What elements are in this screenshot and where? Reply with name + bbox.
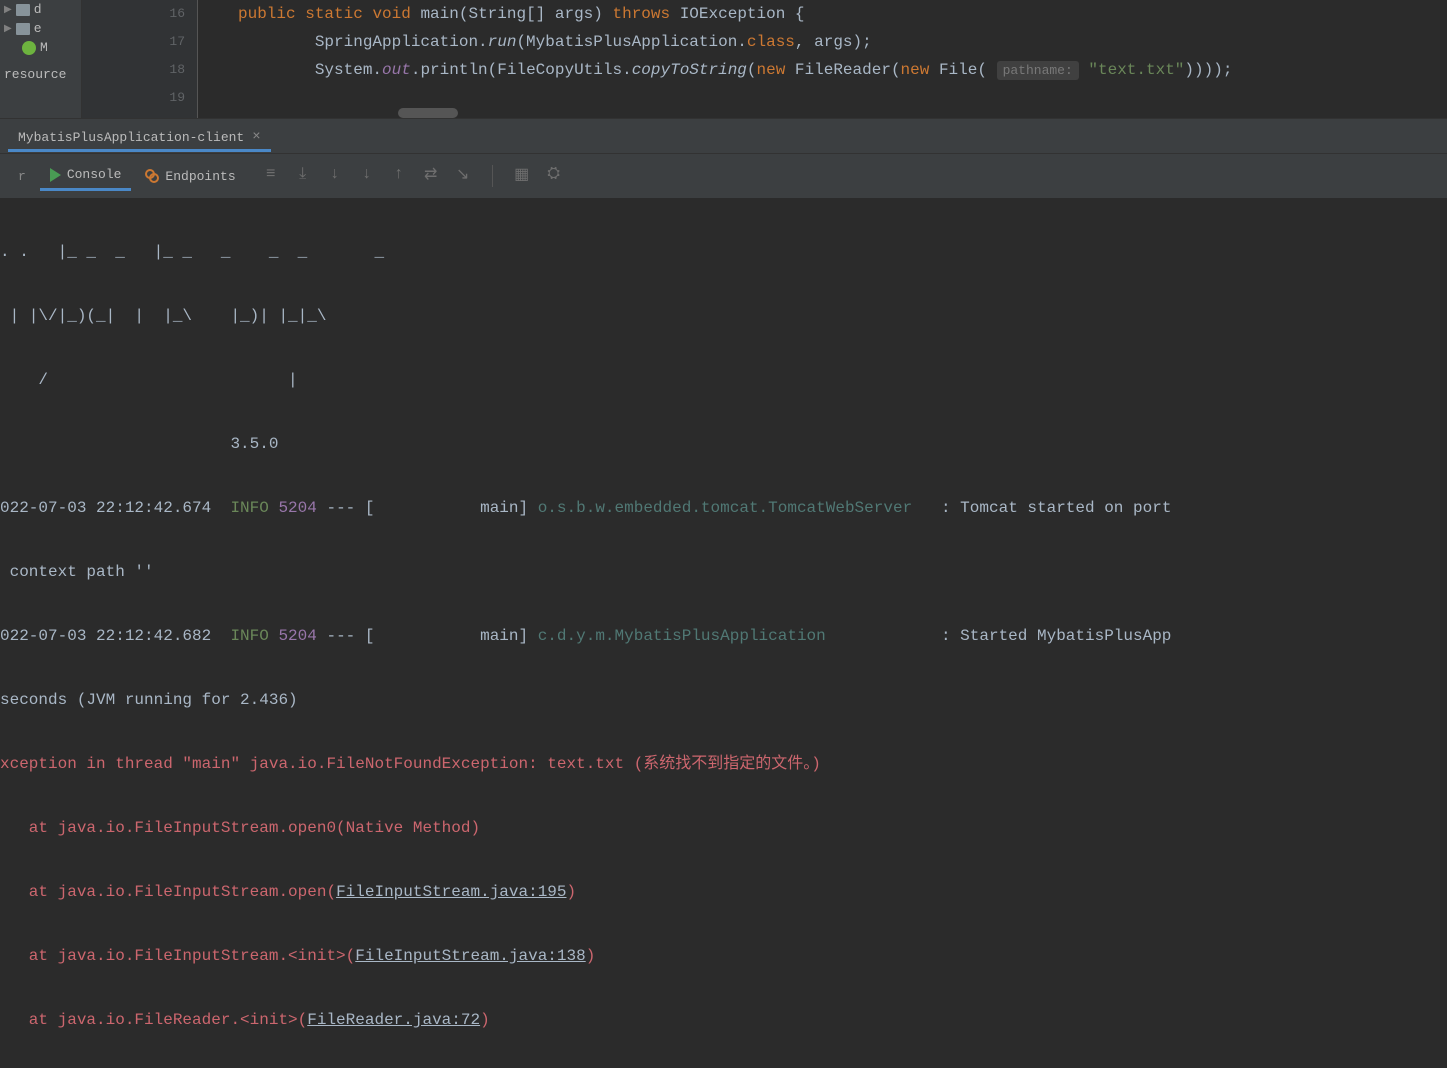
expand-arrow-icon[interactable]: ▶ bbox=[4, 4, 12, 16]
console-line: . . |_ _ _ |_ _ _ _ _ _ bbox=[0, 236, 1447, 268]
console-line: seconds (JVM running for 2.436) bbox=[0, 684, 1447, 716]
tab-partial[interactable]: r bbox=[8, 163, 36, 190]
console-stacktrace: at java.io.FileInputStream.open0(Native … bbox=[0, 812, 1447, 844]
horizontal-scrollbar[interactable] bbox=[398, 108, 458, 118]
run-config-tabs: MybatisPlusApplication-client × bbox=[0, 118, 1447, 154]
line-number: 17 bbox=[82, 28, 197, 56]
spring-icon bbox=[22, 41, 36, 55]
folder-icon bbox=[16, 4, 30, 16]
expand-arrow-icon[interactable]: ▶ bbox=[4, 23, 12, 35]
console-output[interactable]: . . |_ _ _ |_ _ _ _ _ _ | |\/|_)(_| | |_… bbox=[0, 198, 1447, 1068]
code-editor[interactable]: public static void main(String[] args) t… bbox=[198, 0, 1447, 118]
project-tree[interactable]: ▶ d ▶ e M resource bbox=[0, 0, 82, 118]
console-line: 022-07-03 22:12:42.674 INFO 5204 --- [ m… bbox=[0, 492, 1447, 524]
run-tab-label: MybatisPlusApplication-client bbox=[18, 130, 244, 145]
scroll-end-icon[interactable]: ⤓ bbox=[294, 165, 312, 183]
tree-item[interactable]: ▶ e bbox=[0, 19, 81, 38]
divider bbox=[492, 165, 493, 187]
tab-label: Console bbox=[67, 167, 122, 182]
console-line: 3.5.0 bbox=[0, 428, 1447, 460]
tree-label: resource bbox=[4, 67, 66, 82]
code-line: System.out.println(FileCopyUtils.copyToS… bbox=[238, 56, 1435, 85]
line-number: 19 bbox=[82, 84, 197, 112]
folder-icon bbox=[16, 23, 30, 35]
line-number: 18 bbox=[82, 56, 197, 84]
source-link[interactable]: FileInputStream.java:138 bbox=[355, 947, 585, 965]
console-line: | |\/|_)(_| | |_\ |_)| |_|_\ bbox=[0, 300, 1447, 332]
console-line: / | bbox=[0, 364, 1447, 396]
run-tab-active[interactable]: MybatisPlusApplication-client × bbox=[8, 125, 271, 152]
console-line: 022-07-03 22:12:42.682 INFO 5204 --- [ m… bbox=[0, 620, 1447, 652]
console-line: context path '' bbox=[0, 556, 1447, 588]
endpoints-icon bbox=[145, 169, 159, 183]
console-stacktrace: at java.io.FileInputStream.<init>(FileIn… bbox=[0, 940, 1447, 972]
upload-icon[interactable]: ↑ bbox=[390, 165, 408, 183]
console-icon bbox=[50, 168, 61, 182]
run-toolbar: r Console Endpoints ≡ ⤓ ↓ ↓ ↑ ⇄ ↘ ▦ ⛭ bbox=[0, 154, 1447, 198]
tree-label: M bbox=[40, 40, 48, 55]
close-icon[interactable]: × bbox=[252, 129, 260, 145]
console-stacktrace: at java.io.FileInputStream.open(FileInpu… bbox=[0, 876, 1447, 908]
tree-label: d bbox=[34, 2, 42, 17]
source-link[interactable]: FileReader.java:72 bbox=[307, 1011, 480, 1029]
soft-wrap-icon[interactable]: ≡ bbox=[262, 165, 280, 183]
tree-item-resources[interactable]: resource bbox=[0, 65, 81, 84]
shuffle-icon[interactable]: ⇄ bbox=[422, 165, 440, 183]
param-hint: pathname: bbox=[997, 61, 1079, 80]
source-link[interactable]: FileInputStream.java:195 bbox=[336, 883, 566, 901]
tab-endpoints[interactable]: Endpoints bbox=[135, 163, 245, 190]
tree-item[interactable]: M bbox=[0, 38, 81, 57]
grid-icon[interactable]: ▦ bbox=[513, 165, 531, 183]
code-line: public static void main(String[] args) t… bbox=[238, 0, 1435, 28]
download-icon[interactable]: ↓ bbox=[326, 165, 344, 183]
console-stacktrace: at java.io.FileReader.<init>(FileReader.… bbox=[0, 1004, 1447, 1036]
download-icon[interactable]: ↓ bbox=[358, 165, 376, 183]
tree-item[interactable]: ▶ d bbox=[0, 0, 81, 19]
settings-icon[interactable]: ⛭ bbox=[545, 165, 563, 183]
editor-gutter: 16 17 18 19 bbox=[82, 0, 198, 118]
code-line: SpringApplication.run(MybatisPlusApplica… bbox=[238, 28, 1435, 56]
sort-icon[interactable]: ↘ bbox=[454, 165, 472, 183]
tab-label: Endpoints bbox=[165, 169, 235, 184]
tree-label: e bbox=[34, 21, 42, 36]
line-number: 16 bbox=[82, 0, 197, 28]
console-exception: xception in thread "main" java.io.FileNo… bbox=[0, 748, 1447, 780]
tab-console[interactable]: Console bbox=[40, 161, 132, 191]
